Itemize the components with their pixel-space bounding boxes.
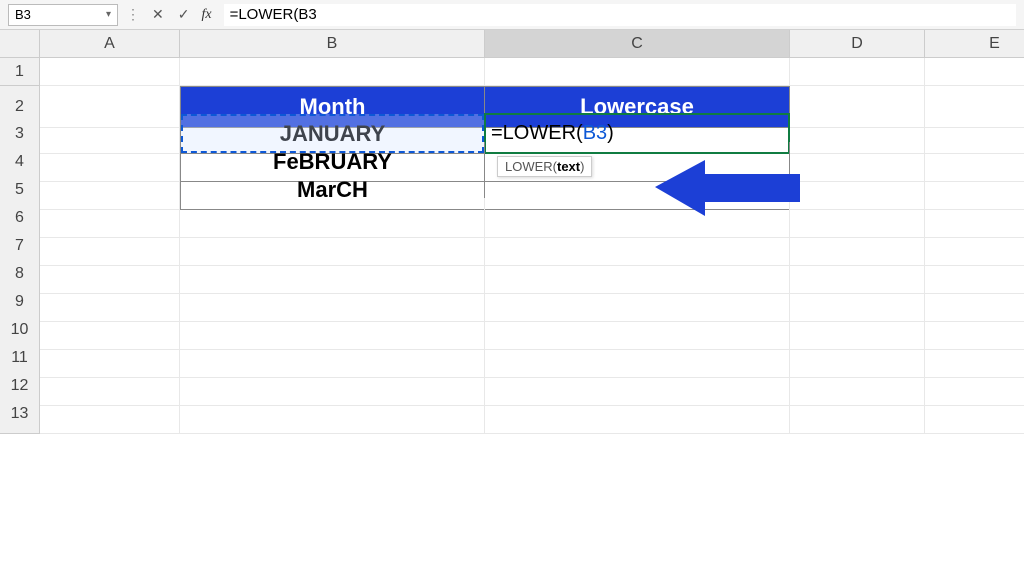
cell-b1[interactable]	[180, 58, 485, 86]
col-header-d[interactable]: D	[790, 30, 925, 58]
cell-a13[interactable]	[40, 394, 180, 434]
row-header-13[interactable]: 13	[0, 394, 40, 434]
col-header-c[interactable]: C	[485, 30, 790, 58]
select-all-corner[interactable]	[0, 30, 40, 58]
col-header-e[interactable]: E	[925, 30, 1024, 58]
row-header-1[interactable]: 1	[0, 58, 40, 86]
cell-c1[interactable]	[485, 58, 790, 86]
fx-icon[interactable]: fx	[199, 7, 217, 23]
function-tooltip[interactable]: LOWER(text)	[497, 156, 592, 177]
spreadsheet-grid[interactable]: A B C D E 1 2 Month Lowercase 3 JANUARY …	[0, 30, 1024, 422]
cell-c13[interactable]	[485, 394, 790, 434]
cell-a1[interactable]	[40, 58, 180, 86]
tooltip-arg: text	[557, 159, 580, 174]
formula-input[interactable]: =LOWER(B3	[224, 4, 1016, 26]
separator: ⋮	[124, 6, 142, 23]
cancel-icon[interactable]: ✕	[148, 6, 168, 23]
name-box[interactable]: B3 ▾	[8, 4, 118, 26]
tooltip-close: )	[580, 159, 584, 174]
tooltip-func: LOWER(	[505, 159, 557, 174]
cell-d13[interactable]	[790, 394, 925, 434]
cell-e13[interactable]	[925, 394, 1024, 434]
col-header-a[interactable]: A	[40, 30, 180, 58]
name-box-text: B3	[15, 7, 106, 22]
formula-bar: B3 ▾ ⋮ ✕ ✓ fx =LOWER(B3	[0, 0, 1024, 30]
formula-ref: B3	[583, 122, 607, 144]
formula-input-text: =LOWER(B3	[230, 6, 317, 23]
col-header-b[interactable]: B	[180, 30, 485, 58]
cell-d1[interactable]	[790, 58, 925, 86]
formula-prefix: =LOWER(	[491, 122, 583, 144]
chevron-down-icon[interactable]: ▾	[106, 9, 111, 20]
enter-icon[interactable]: ✓	[174, 6, 194, 23]
formula-suffix: )	[607, 122, 614, 144]
cell-b13[interactable]	[180, 394, 485, 434]
cell-e1[interactable]	[925, 58, 1024, 86]
